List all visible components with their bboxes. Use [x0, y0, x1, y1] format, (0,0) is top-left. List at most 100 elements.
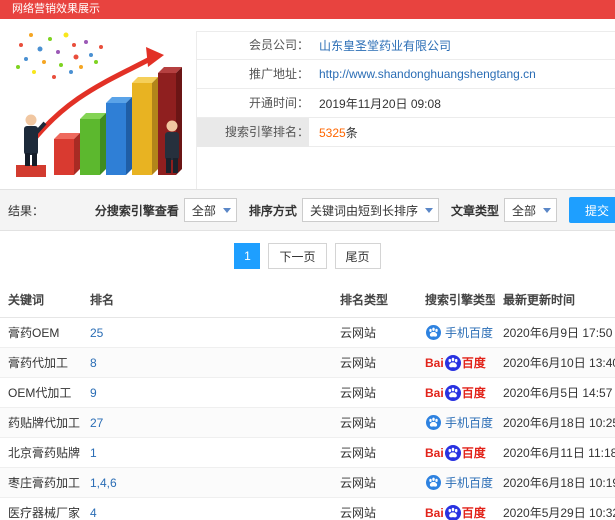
- baidu-paw-icon: [444, 385, 461, 401]
- rank-cell[interactable]: 4: [82, 497, 332, 520]
- rank-type-cell: 云网站: [332, 377, 417, 408]
- rank-count-unit: 条: [345, 125, 358, 140]
- promo-url-row: 推广地址： http://www.shandonghuangshengtang.…: [197, 60, 615, 89]
- baidu-paw-icon: [426, 325, 441, 340]
- table-row: OEM代加工 9 云网站 Bai 百度 2020年6月5日 14:57: [0, 377, 615, 408]
- mobile-baidu-label: 手机百度: [445, 416, 494, 430]
- member-company-label: 会员公司：: [248, 38, 309, 52]
- sort-filter-value: 关键词由短到长排序: [309, 203, 418, 218]
- page-current[interactable]: 1: [234, 243, 261, 269]
- confetti-dots: [16, 32, 103, 79]
- bar-chart-illustration: [16, 32, 182, 177]
- baidu-logo-text: 百度: [461, 356, 486, 370]
- rank-cell[interactable]: 1: [82, 437, 332, 468]
- baidu-logo-bai: Bai: [425, 386, 444, 400]
- baidu-logo-bai: Bai: [425, 356, 444, 370]
- engine-filter-label: 分搜索引擎查看: [94, 203, 179, 218]
- engine-cell: 手机百度: [417, 317, 495, 348]
- rank-type-cell: 云网站: [332, 437, 417, 468]
- baidu-logo-text: 百度: [461, 506, 486, 520]
- updated-cell: 2020年6月11日 11:18: [495, 437, 615, 468]
- results-table-body: 膏药OEM 25 云网站 手机百度 2020年6月9日 17:50 膏药代加工 8 云网站 Ba…: [0, 317, 615, 520]
- keyword-cell: 北京膏药贴牌: [0, 437, 82, 468]
- open-time-value: 2019年11月20日 09:08: [319, 96, 441, 111]
- table-row: 膏药代加工 8 云网站 Bai 百度 2020年6月10日 13:40: [0, 347, 615, 378]
- article-type-label: 文章类型: [450, 203, 499, 218]
- open-time-label: 开通时间：: [248, 95, 309, 110]
- baidu-paw-icon: [444, 505, 461, 520]
- sort-filter-label: 排序方式: [248, 203, 297, 218]
- rank-cell[interactable]: 1,4,6: [82, 467, 332, 498]
- keyword-cell: 药贴牌代加工: [0, 407, 82, 438]
- engine-cell: Bai 百度: [417, 437, 495, 468]
- filter-group: 分搜索引擎查看 全部 排序方式 关键词由短到长排序 文章类型 全部 提交: [83, 197, 615, 223]
- header-keyword: 关键词: [0, 282, 82, 318]
- keyword-cell: 医疗器械厂家: [0, 497, 82, 520]
- company-info: 会员公司： 山东皇圣堂药业有限公司 推广地址： http://www.shand…: [196, 31, 615, 189]
- rank-cell[interactable]: 8: [82, 347, 332, 378]
- rank-cell[interactable]: 27: [82, 407, 332, 438]
- page-header: 网络营销效果展示: [0, 0, 615, 19]
- rank-type-cell: 云网站: [332, 407, 417, 438]
- keyword-cell: 膏药代加工: [0, 347, 82, 378]
- baidu-paw-icon: [426, 475, 441, 490]
- engine-filter-value: 全部: [191, 203, 216, 218]
- rank-count: 5325条: [319, 124, 358, 141]
- table-row: 北京膏药贴牌 1 云网站 Bai 百度 2020年6月11日 11:18: [0, 437, 615, 468]
- baidu-paw-icon: [444, 445, 461, 461]
- keyword-cell: 枣庄膏药加工: [0, 467, 82, 498]
- rank-cell[interactable]: 25: [82, 317, 332, 348]
- engine-cell: Bai 百度: [417, 377, 495, 408]
- rank-type-cell: 云网站: [332, 497, 417, 520]
- mobile-baidu-label: 手机百度: [445, 326, 494, 340]
- header-rank: 排名: [82, 282, 332, 318]
- header-engine-type: 搜索引擎类型: [417, 282, 495, 318]
- mobile-baidu-label: 手机百度: [445, 476, 494, 490]
- rank-type-cell: 云网站: [332, 347, 417, 378]
- table-row: 枣庄膏药加工 1,4,6 云网站 手机百度 2020年6月18日 10:19: [0, 467, 615, 498]
- keyword-cell: OEM代加工: [0, 377, 82, 408]
- baidu-paw-icon: [426, 415, 441, 430]
- engine-cell: 手机百度: [417, 407, 495, 438]
- updated-cell: 2020年6月10日 13:40: [495, 347, 615, 378]
- table-row: 药贴牌代加工 27 云网站 手机百度 2020年6月18日 10:25: [0, 407, 615, 438]
- article-type-select[interactable]: 全部: [503, 198, 557, 222]
- rank-count-label: 搜索引擎排名：: [197, 117, 309, 147]
- keyword-cell: 膏药OEM: [0, 317, 82, 348]
- promo-url-link[interactable]: http://www.shandonghuangshengtang.cn: [319, 67, 536, 81]
- article-type-value: 全部: [511, 203, 536, 218]
- table-header-row: 关键词 排名 排名类型 搜索引擎类型 最新更新时间: [0, 282, 615, 318]
- rank-type-cell: 云网站: [332, 317, 417, 348]
- chevron-down-icon: [542, 208, 551, 213]
- updated-cell: 2020年6月5日 14:57: [495, 377, 615, 408]
- chevron-down-icon: [424, 208, 433, 213]
- table-row: 膏药OEM 25 云网站 手机百度 2020年6月9日 17:50: [0, 317, 615, 348]
- rank-cell[interactable]: 9: [82, 377, 332, 408]
- chevron-down-icon: [222, 208, 231, 213]
- engine-cell: Bai 百度: [417, 497, 495, 520]
- marketing-illustration: [6, 27, 196, 189]
- updated-cell: 2020年6月9日 17:50: [495, 317, 615, 348]
- engine-filter-select[interactable]: 全部: [183, 198, 237, 222]
- page-title: 网络营销效果展示: [12, 3, 100, 15]
- last-page-button[interactable]: 尾页: [334, 243, 381, 269]
- member-company-row: 会员公司： 山东皇圣堂药业有限公司: [197, 31, 615, 60]
- pagination: 1 下一页 尾页: [0, 231, 615, 282]
- baidu-paw-icon: [444, 355, 461, 371]
- header-rank-type: 排名类型: [332, 282, 417, 318]
- updated-cell: 2020年5月29日 10:32: [495, 497, 615, 520]
- next-page-button[interactable]: 下一页: [268, 243, 327, 269]
- table-row: 医疗器械厂家 4 云网站 Bai 百度 2020年5月29日 10:32: [0, 497, 615, 520]
- result-label: 结果：: [8, 203, 45, 218]
- rank-type-cell: 云网站: [332, 467, 417, 498]
- baidu-logo-text: 百度: [461, 386, 486, 400]
- baidu-logo-bai: Bai: [425, 506, 444, 520]
- baidu-logo-bai: Bai: [425, 446, 444, 460]
- open-time-row: 开通时间： 2019年11月20日 09:08: [197, 89, 615, 118]
- member-company-link[interactable]: 山东皇圣堂药业有限公司: [319, 37, 451, 54]
- promo-url-label: 推广地址：: [248, 66, 309, 81]
- submit-button[interactable]: 提交: [568, 197, 615, 223]
- sort-filter-select[interactable]: 关键词由短到长排序: [301, 198, 439, 222]
- engine-cell: Bai 百度: [417, 347, 495, 378]
- rank-count-row: 搜索引擎排名： 5325条: [197, 117, 615, 147]
